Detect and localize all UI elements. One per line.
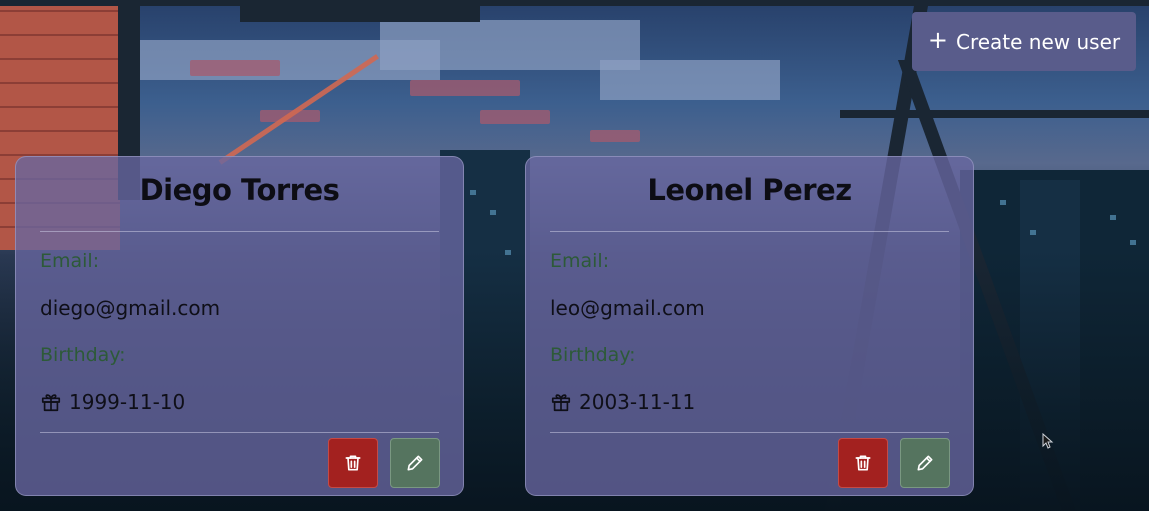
mouse-cursor-icon [1042, 433, 1054, 449]
delete-user-button[interactable] [328, 438, 378, 488]
email-value: leo@gmail.com [550, 296, 705, 320]
trash-icon [345, 455, 361, 471]
gift-icon [551, 394, 571, 412]
user-name: Leonel Perez [647, 173, 852, 207]
create-new-user-label: Create new user [955, 29, 1121, 54]
divider [40, 432, 439, 433]
trash-icon [855, 455, 871, 471]
divider [550, 432, 949, 433]
divider [40, 231, 439, 232]
create-new-user-button[interactable]: + Create new user [912, 12, 1136, 71]
birthday-value: 1999-11-10 [40, 390, 185, 414]
gift-icon [41, 394, 61, 412]
birthday-label: Birthday: [550, 344, 636, 366]
email-text: diego@gmail.com [40, 296, 221, 320]
birthday-value: 2003-11-11 [550, 390, 695, 414]
plus-icon: + [927, 26, 948, 54]
pencil-icon [917, 455, 933, 471]
birthday-label: Birthday: [40, 344, 126, 366]
edit-user-button[interactable] [390, 438, 440, 488]
email-label: Email: [40, 250, 100, 272]
email-text: leo@gmail.com [550, 296, 705, 320]
user-card: Diego Torres Email: diego@gmail.com Birt… [15, 156, 464, 496]
email-value: diego@gmail.com [40, 296, 220, 320]
delete-user-button[interactable] [838, 438, 888, 488]
user-card: Leonel Perez Email: leo@gmail.com Birthd… [525, 156, 974, 496]
email-label: Email: [550, 250, 610, 272]
edit-user-button[interactable] [900, 438, 950, 488]
divider [550, 231, 949, 232]
birthday-text: 2003-11-11 [579, 390, 696, 414]
pencil-icon [407, 455, 423, 471]
user-name: Diego Torres [139, 173, 340, 207]
birthday-text: 1999-11-10 [69, 390, 186, 414]
